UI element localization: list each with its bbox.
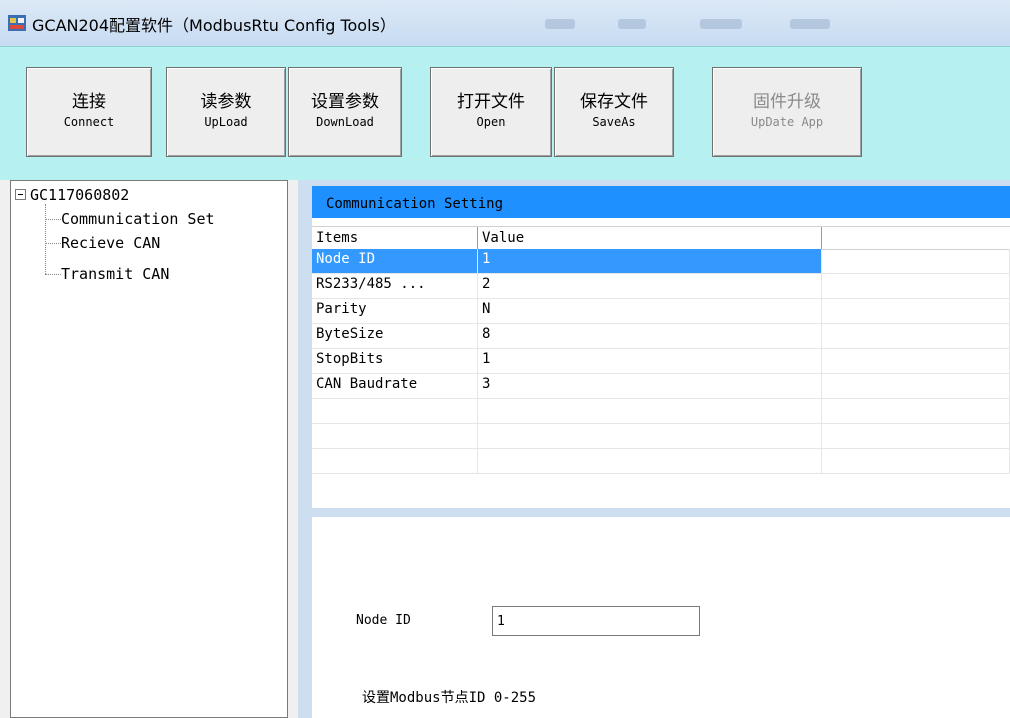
save-file-button[interactable]: 保存文件 SaveAs	[554, 67, 674, 157]
tree-connector	[45, 204, 46, 274]
empty-cell	[822, 424, 1010, 449]
button-label: 保存文件	[580, 92, 648, 112]
item-cell	[312, 449, 478, 474]
item-cell	[312, 399, 478, 424]
tree-root-label: GC117060802	[30, 186, 130, 204]
button-label: 连接	[72, 92, 106, 112]
tree-item-communication-set[interactable]: Communication Set	[61, 210, 215, 228]
button-sublabel: SaveAs	[592, 115, 636, 129]
empty-cell	[822, 249, 1010, 274]
value-cell: 8	[478, 324, 822, 349]
table-row[interactable]: Parity N	[312, 299, 1010, 324]
column-header-value[interactable]: Value	[478, 227, 822, 249]
value-cell	[478, 449, 822, 474]
app-icon	[8, 15, 26, 31]
button-label: 打开文件	[457, 92, 525, 112]
button-sublabel: Open	[476, 115, 506, 129]
device-tree: GC117060802 Communication Set Recieve CA…	[10, 180, 288, 718]
table-row[interactable]	[312, 399, 1010, 424]
empty-cell	[822, 349, 1010, 374]
title-blur	[790, 19, 830, 29]
tree-item-transmit-can[interactable]: Transmit CAN	[61, 265, 169, 283]
tree-connector	[45, 243, 61, 244]
value-cell: 1	[478, 249, 822, 274]
node-id-hint: 设置Modbus节点ID 0-255	[362, 690, 537, 706]
button-label: 设置参数	[311, 92, 379, 112]
table-row[interactable]	[312, 449, 1010, 474]
button-sublabel: UpDate App	[750, 115, 824, 129]
value-cell: 2	[478, 274, 822, 299]
node-id-label: Node ID	[356, 613, 411, 628]
item-cell: ByteSize	[312, 324, 478, 349]
column-header-items[interactable]: Items	[312, 227, 478, 249]
window-title: GCAN204配置软件（ModbusRtu Config Tools）	[32, 16, 396, 35]
download-button[interactable]: 设置参数 DownLoad	[288, 67, 402, 157]
empty-cell	[822, 449, 1010, 474]
table-row[interactable]: StopBits 1	[312, 349, 1010, 374]
item-cell: RS233/485 ...	[312, 274, 478, 299]
empty-cell	[822, 299, 1010, 324]
value-cell	[478, 424, 822, 449]
tree-root[interactable]: GC117060802	[15, 186, 129, 204]
item-cell: Node ID	[312, 249, 478, 274]
button-sublabel: DownLoad	[316, 115, 374, 129]
table-row[interactable]: ByteSize 8	[312, 324, 1010, 349]
column-header-empty	[822, 227, 1010, 249]
panel-header: Communication Setting	[312, 186, 1010, 218]
button-label: 固件升级	[753, 92, 821, 112]
item-cell: StopBits	[312, 349, 478, 374]
button-sublabel: Connect	[63, 115, 115, 129]
value-cell	[478, 399, 822, 424]
title-blur	[618, 19, 646, 29]
title-blur	[545, 19, 575, 29]
settings-panel: Communication Setting Items Value Node I…	[298, 180, 1010, 718]
value-cell: 1	[478, 349, 822, 374]
panel-title: Communication Setting	[326, 196, 504, 212]
empty-cell	[822, 399, 1010, 424]
item-cell	[312, 424, 478, 449]
table-row[interactable]: Node ID 1	[312, 249, 1010, 274]
tree-connector	[45, 274, 61, 275]
parameter-grid: Items Value Node ID 1 RS233/485 ... 2 Pa…	[312, 218, 1010, 508]
empty-cell	[822, 374, 1010, 399]
tree-connector	[45, 219, 61, 220]
table-row[interactable]	[312, 424, 1010, 449]
button-label: 读参数	[200, 92, 252, 112]
item-cell: CAN Baudrate	[312, 374, 478, 399]
empty-cell	[822, 274, 1010, 299]
item-cell: Parity	[312, 299, 478, 324]
value-cell: N	[478, 299, 822, 324]
table-row[interactable]: RS233/485 ... 2	[312, 274, 1010, 299]
title-bar: GCAN204配置软件（ModbusRtu Config Tools）	[0, 0, 1010, 46]
title-blur	[700, 19, 742, 29]
property-editor: Node ID 设置Modbus节点ID 0-255	[312, 517, 1010, 718]
firmware-update-button[interactable]: 固件升级 UpDate App	[712, 67, 862, 157]
empty-cell	[822, 324, 1010, 349]
table-row[interactable]: CAN Baudrate 3	[312, 374, 1010, 399]
open-file-button[interactable]: 打开文件 Open	[430, 67, 552, 157]
toolbar: 连接 Connect 读参数 UpLoad 设置参数 DownLoad 打开文件…	[0, 46, 1010, 180]
upload-button[interactable]: 读参数 UpLoad	[166, 67, 286, 157]
collapse-icon[interactable]	[15, 188, 26, 200]
connect-button[interactable]: 连接 Connect	[26, 67, 152, 157]
button-sublabel: UpLoad	[204, 115, 248, 129]
node-id-input[interactable]	[492, 606, 700, 636]
grid-header: Items Value	[312, 226, 1010, 250]
value-cell: 3	[478, 374, 822, 399]
tree-item-recieve-can[interactable]: Recieve CAN	[61, 234, 160, 252]
